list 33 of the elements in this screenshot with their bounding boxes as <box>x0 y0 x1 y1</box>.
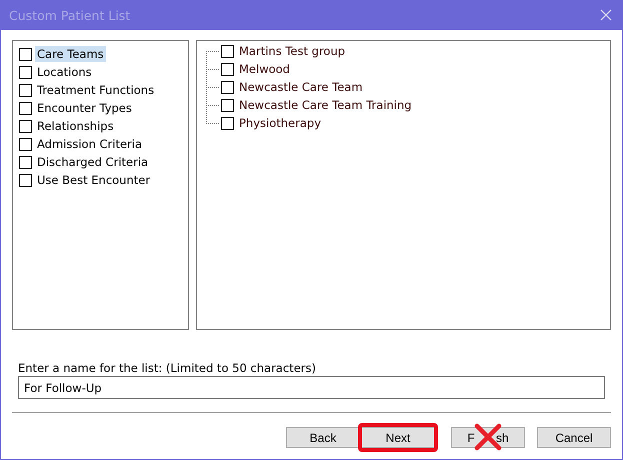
checkbox[interactable] <box>221 98 234 112</box>
checkbox[interactable] <box>221 80 234 94</box>
close-icon[interactable] <box>600 9 612 21</box>
checkbox[interactable] <box>221 116 234 130</box>
window-title: Custom Patient List <box>9 8 130 22</box>
checkbox[interactable] <box>221 44 234 58</box>
list-item[interactable]: Admission Criteria <box>35 136 144 152</box>
checkbox[interactable] <box>221 62 234 76</box>
list-item[interactable]: Encounter Types <box>35 100 134 116</box>
checkbox[interactable] <box>19 174 32 186</box>
checkbox[interactable] <box>19 102 32 114</box>
tree-item[interactable]: Physiotherapy <box>237 115 324 131</box>
dialog-button[interactable]: Cancel <box>537 427 611 448</box>
list-item[interactable]: Treatment Functions <box>35 82 156 98</box>
checkbox[interactable] <box>19 84 32 96</box>
tree-item[interactable]: Martins Test group <box>237 43 348 59</box>
name-field[interactable]: For Follow-Up <box>18 376 605 399</box>
checkbox[interactable] <box>19 138 32 150</box>
list-item[interactable]: Locations <box>35 64 94 80</box>
dialog-button[interactable]: Back <box>286 427 360 448</box>
checkbox[interactable] <box>19 66 32 78</box>
checkbox[interactable] <box>19 48 32 60</box>
field-label: Enter a name for the list: (Limited to 50 characters) <box>18 362 317 375</box>
list-item[interactable]: Care Teams <box>35 46 106 62</box>
tree-item[interactable]: Melwood <box>237 61 292 77</box>
list-item[interactable]: Relationships <box>35 118 116 134</box>
checkbox[interactable] <box>19 120 32 132</box>
tree-item[interactable]: Newcastle Care Team <box>237 79 365 95</box>
list-item[interactable]: Use Best Encounter <box>35 172 152 188</box>
checkbox[interactable] <box>19 156 32 168</box>
tree-item[interactable]: Newcastle Care Team Training <box>237 97 414 113</box>
list-item[interactable]: Discharged Criteria <box>35 154 150 170</box>
dialog-button[interactable]: Next <box>361 427 435 448</box>
